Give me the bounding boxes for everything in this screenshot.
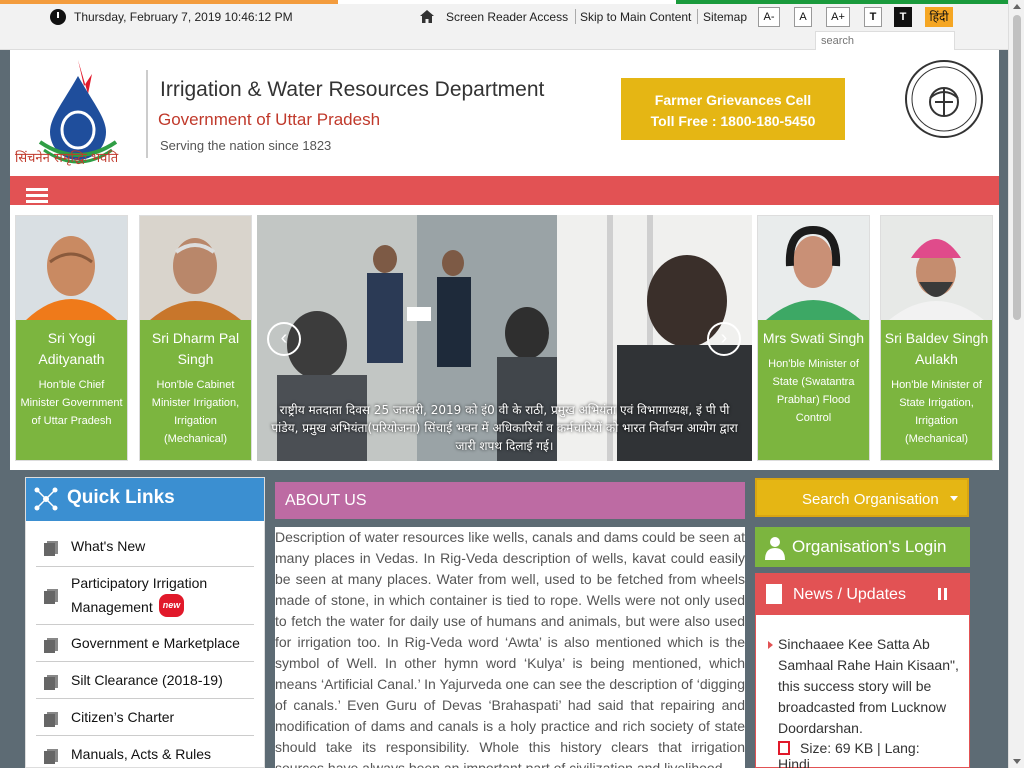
theme-light-button[interactable]: T: [864, 7, 882, 27]
home-icon[interactable]: [420, 10, 434, 23]
sitemap-link[interactable]: Sitemap: [703, 10, 747, 24]
minister-name: Mrs Swati Singh: [762, 330, 865, 346]
scroll-up-arrow-icon[interactable]: [1013, 4, 1021, 9]
news-item-meta: Size: 69 KB | Lang: Hindi: [778, 740, 920, 768]
site-header: सिंचनेन समृद्धिः भवति Irrigation & Water…: [10, 50, 999, 176]
quick-link-citizens-charter[interactable]: Citizen’s Charter: [36, 699, 254, 736]
organisation-login-button[interactable]: Organisation's Login: [755, 527, 970, 567]
carousel-prev-icon[interactable]: ‹: [267, 322, 301, 356]
user-icon: [765, 537, 785, 560]
quick-links-title: Quick Links: [67, 487, 175, 508]
quick-link-silt-clearance[interactable]: Silt Clearance (2018-19): [36, 662, 254, 699]
current-datetime: Thursday, February 7, 2019 10:46:12 PM: [74, 10, 293, 24]
news-updates-header: News / Updates: [756, 574, 969, 615]
document-icon: [44, 675, 58, 690]
header-divider: [146, 70, 148, 158]
quick-link-whats-new[interactable]: What's New: [36, 522, 254, 567]
minister-role: Hon'ble Chief Minister Government of Utt…: [20, 379, 123, 427]
search-organisation-dropdown[interactable]: Search Organisation: [755, 478, 969, 517]
about-us-body: Description of water resources like well…: [275, 527, 745, 768]
new-badge: new: [158, 594, 185, 617]
minister-name: Sri Baldev Singh Aulakh: [884, 330, 989, 367]
font-increase-button[interactable]: A+: [826, 7, 850, 27]
minister-photo: [881, 216, 992, 320]
up-government-seal: [905, 60, 983, 138]
quick-link-manuals[interactable]: Manuals, Acts & Rules: [36, 736, 254, 768]
quick-link-label: Government e Marketplace: [71, 635, 240, 651]
document-icon: [44, 589, 58, 604]
grievance-tollfree: Toll Free : 1800-180-5450: [650, 113, 816, 129]
page-scrollbar[interactable]: [1008, 0, 1024, 768]
document-icon: [44, 541, 58, 556]
quick-links-panel: Quick Links What's New Participatory Irr…: [25, 477, 265, 768]
quick-link-label: Participatory Irrigation Management new: [71, 575, 208, 617]
minister-photo: [16, 216, 127, 320]
minister-card-dharmpal[interactable]: Sri Dharm Pal Singh Hon'ble Cabinet Mini…: [139, 215, 252, 461]
organisation-login-label: Organisation's Login: [792, 537, 947, 556]
minister-role: Hon'ble Cabinet Minister Irrigation, Irr…: [151, 379, 240, 445]
document-icon: [44, 712, 58, 727]
quick-link-gem[interactable]: Government e Marketplace: [36, 625, 254, 662]
department-title: Irrigation & Water Resources Department: [160, 78, 545, 101]
quick-link-label: Silt Clearance (2018-19): [71, 672, 223, 688]
search-organisation-label: Search Organisation: [802, 491, 939, 508]
minister-photo: [140, 216, 251, 320]
network-icon: [34, 487, 58, 511]
scroll-thumb[interactable]: [1013, 15, 1021, 320]
minister-photo: [758, 216, 869, 320]
department-subtitle: Government of Uttar Pradesh: [158, 110, 381, 129]
minister-name: Sri Yogi Adityanath: [38, 330, 105, 367]
event-carousel[interactable]: ‹ › राष्ट्रीय मतदाता दिवस 25 जनवरी, 2019…: [257, 215, 752, 461]
clock-icon: [50, 9, 66, 25]
font-reset-button[interactable]: A: [794, 7, 812, 27]
minister-card-swati[interactable]: Mrs Swati Singh Hon'ble Minister of Stat…: [757, 215, 870, 461]
carousel-caption: राष्ट्रीय मतदाता दिवस 25 जनवरी, 2019 को …: [271, 403, 738, 453]
quick-links-header: Quick Links: [26, 478, 264, 521]
department-tagline: Serving the nation since 1823: [160, 138, 332, 153]
utility-bar: Thursday, February 7, 2019 10:46:12 PM S…: [0, 4, 1008, 51]
news-item-language: Hindi: [778, 756, 810, 768]
document-icon: [44, 749, 58, 764]
farmer-grievance-banner[interactable]: Farmer Grievances Cell Toll Free : 1800-…: [621, 78, 845, 140]
language-hindi-button[interactable]: हिंदी: [925, 7, 953, 27]
pdf-icon: [778, 741, 790, 755]
scroll-down-arrow-icon[interactable]: [1013, 759, 1021, 764]
minister-role: Hon'ble Minister of State Irrigation, Ir…: [891, 379, 982, 445]
minister-name: Sri Dharm Pal Singh: [151, 330, 240, 367]
news-updates-panel: News / Updates Sinchaaee Kee Satta Ab Sa…: [755, 573, 970, 768]
about-us-heading: ABOUT US: [275, 482, 745, 519]
quick-link-pim[interactable]: Participatory Irrigation Management new: [36, 567, 254, 625]
quick-link-label: Manuals, Acts & Rules: [71, 746, 212, 762]
theme-dark-button[interactable]: T: [894, 7, 912, 27]
skip-to-main-link[interactable]: Skip to Main Content: [580, 10, 691, 24]
minister-card-yogi[interactable]: Sri Yogi Adityanath Hon'ble Chief Minist…: [15, 215, 128, 461]
carousel-next-icon[interactable]: ›: [707, 322, 741, 356]
site-search-input[interactable]: [815, 31, 955, 51]
newspaper-icon: [766, 584, 782, 604]
logo-motto: सिंचनेन समृद्धिः भवति: [15, 151, 119, 166]
screen-reader-link[interactable]: Screen Reader Access: [446, 10, 568, 24]
main-navbar: [10, 176, 999, 205]
caret-down-icon: [950, 496, 958, 501]
news-item-link[interactable]: Sinchaaee Kee Satta Ab Samhaal Rahe Hain…: [778, 634, 963, 739]
minister-card-baldev[interactable]: Sri Baldev Singh Aulakh Hon'ble Minister…: [880, 215, 993, 461]
separator: [697, 9, 698, 24]
news-updates-title: News / Updates: [793, 586, 906, 603]
separator: [575, 9, 576, 24]
news-bullet-icon: [768, 641, 773, 649]
quick-link-label: Citizen’s Charter: [71, 709, 175, 725]
pause-icon[interactable]: [938, 588, 948, 600]
document-icon: [44, 638, 58, 653]
menu-hamburger-icon[interactable]: [26, 188, 48, 204]
grievance-title: Farmer Grievances Cell: [654, 92, 812, 108]
minister-role: Hon'ble Minister of State (Swatantra Pra…: [768, 358, 859, 424]
quick-link-label: What's New: [71, 538, 146, 554]
font-decrease-button[interactable]: A-: [758, 7, 780, 27]
